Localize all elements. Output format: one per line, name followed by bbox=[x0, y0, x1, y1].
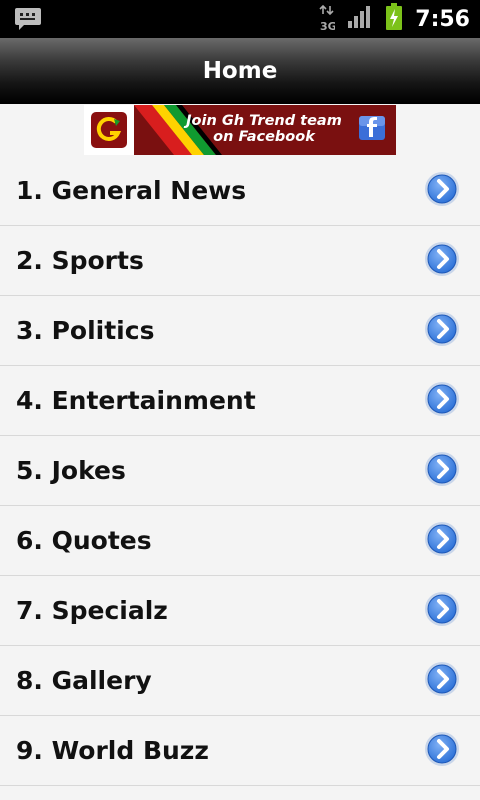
list-item-label: 2. Sports bbox=[16, 246, 144, 275]
svg-text:3G: 3G bbox=[320, 20, 335, 33]
banner-line-2: on Facebook bbox=[213, 129, 315, 145]
title-bar: Home bbox=[0, 38, 480, 104]
chevron-right-icon[interactable] bbox=[424, 451, 460, 491]
banner-line-1: Join Gh Trend team bbox=[186, 113, 342, 129]
list-item[interactable]: 2. Sports bbox=[0, 226, 480, 296]
banner-text: Join Gh Trend team on Facebook bbox=[184, 113, 344, 145]
list-item[interactable]: 5. Jokes bbox=[0, 436, 480, 506]
list-item[interactable]: 4. Entertainment bbox=[0, 366, 480, 436]
list-item-label: 9. World Buzz bbox=[16, 736, 209, 765]
list-item-label: 7. Specialz bbox=[16, 596, 168, 625]
gh-trend-logo bbox=[84, 105, 134, 155]
list-item[interactable]: 3. Politics bbox=[0, 296, 480, 366]
list-item-label: 4. Entertainment bbox=[16, 386, 256, 415]
chevron-right-icon[interactable] bbox=[424, 171, 460, 211]
list-item-label: 5. Jokes bbox=[16, 456, 126, 485]
menu-list: 1. General News 2. Sports 3. Politics 4. En… bbox=[0, 156, 480, 786]
banner-area: Join Gh Trend team on Facebook bbox=[0, 104, 480, 156]
list-item[interactable]: 7. Specialz bbox=[0, 576, 480, 646]
status-bar: 3G 7:56 bbox=[0, 0, 480, 38]
message-icon bbox=[14, 6, 42, 36]
facebook-banner[interactable]: Join Gh Trend team on Facebook bbox=[84, 105, 396, 155]
chevron-right-icon[interactable] bbox=[424, 591, 460, 631]
chevron-right-icon[interactable] bbox=[424, 311, 460, 351]
signal-icon bbox=[347, 5, 373, 33]
list-item[interactable]: 8. Gallery bbox=[0, 646, 480, 716]
list-item-label: 6. Quotes bbox=[16, 526, 152, 555]
list-item-label: 8. Gallery bbox=[16, 666, 152, 695]
chevron-right-icon[interactable] bbox=[424, 381, 460, 421]
chevron-right-icon[interactable] bbox=[424, 661, 460, 701]
chevron-right-icon[interactable] bbox=[424, 241, 460, 281]
facebook-icon bbox=[358, 115, 386, 145]
list-item[interactable]: 9. World Buzz bbox=[0, 716, 480, 786]
chevron-right-icon[interactable] bbox=[424, 731, 460, 771]
chevron-right-icon[interactable] bbox=[424, 521, 460, 561]
clock: 7:56 bbox=[415, 6, 470, 32]
list-item-label: 3. Politics bbox=[16, 316, 155, 345]
list-item[interactable]: 1. General News bbox=[0, 156, 480, 226]
3g-icon: 3G bbox=[319, 4, 335, 34]
list-item[interactable]: 6. Quotes bbox=[0, 506, 480, 576]
page-title: Home bbox=[202, 57, 278, 84]
battery-charging-icon bbox=[385, 3, 403, 35]
list-item-label: 1. General News bbox=[16, 176, 247, 205]
